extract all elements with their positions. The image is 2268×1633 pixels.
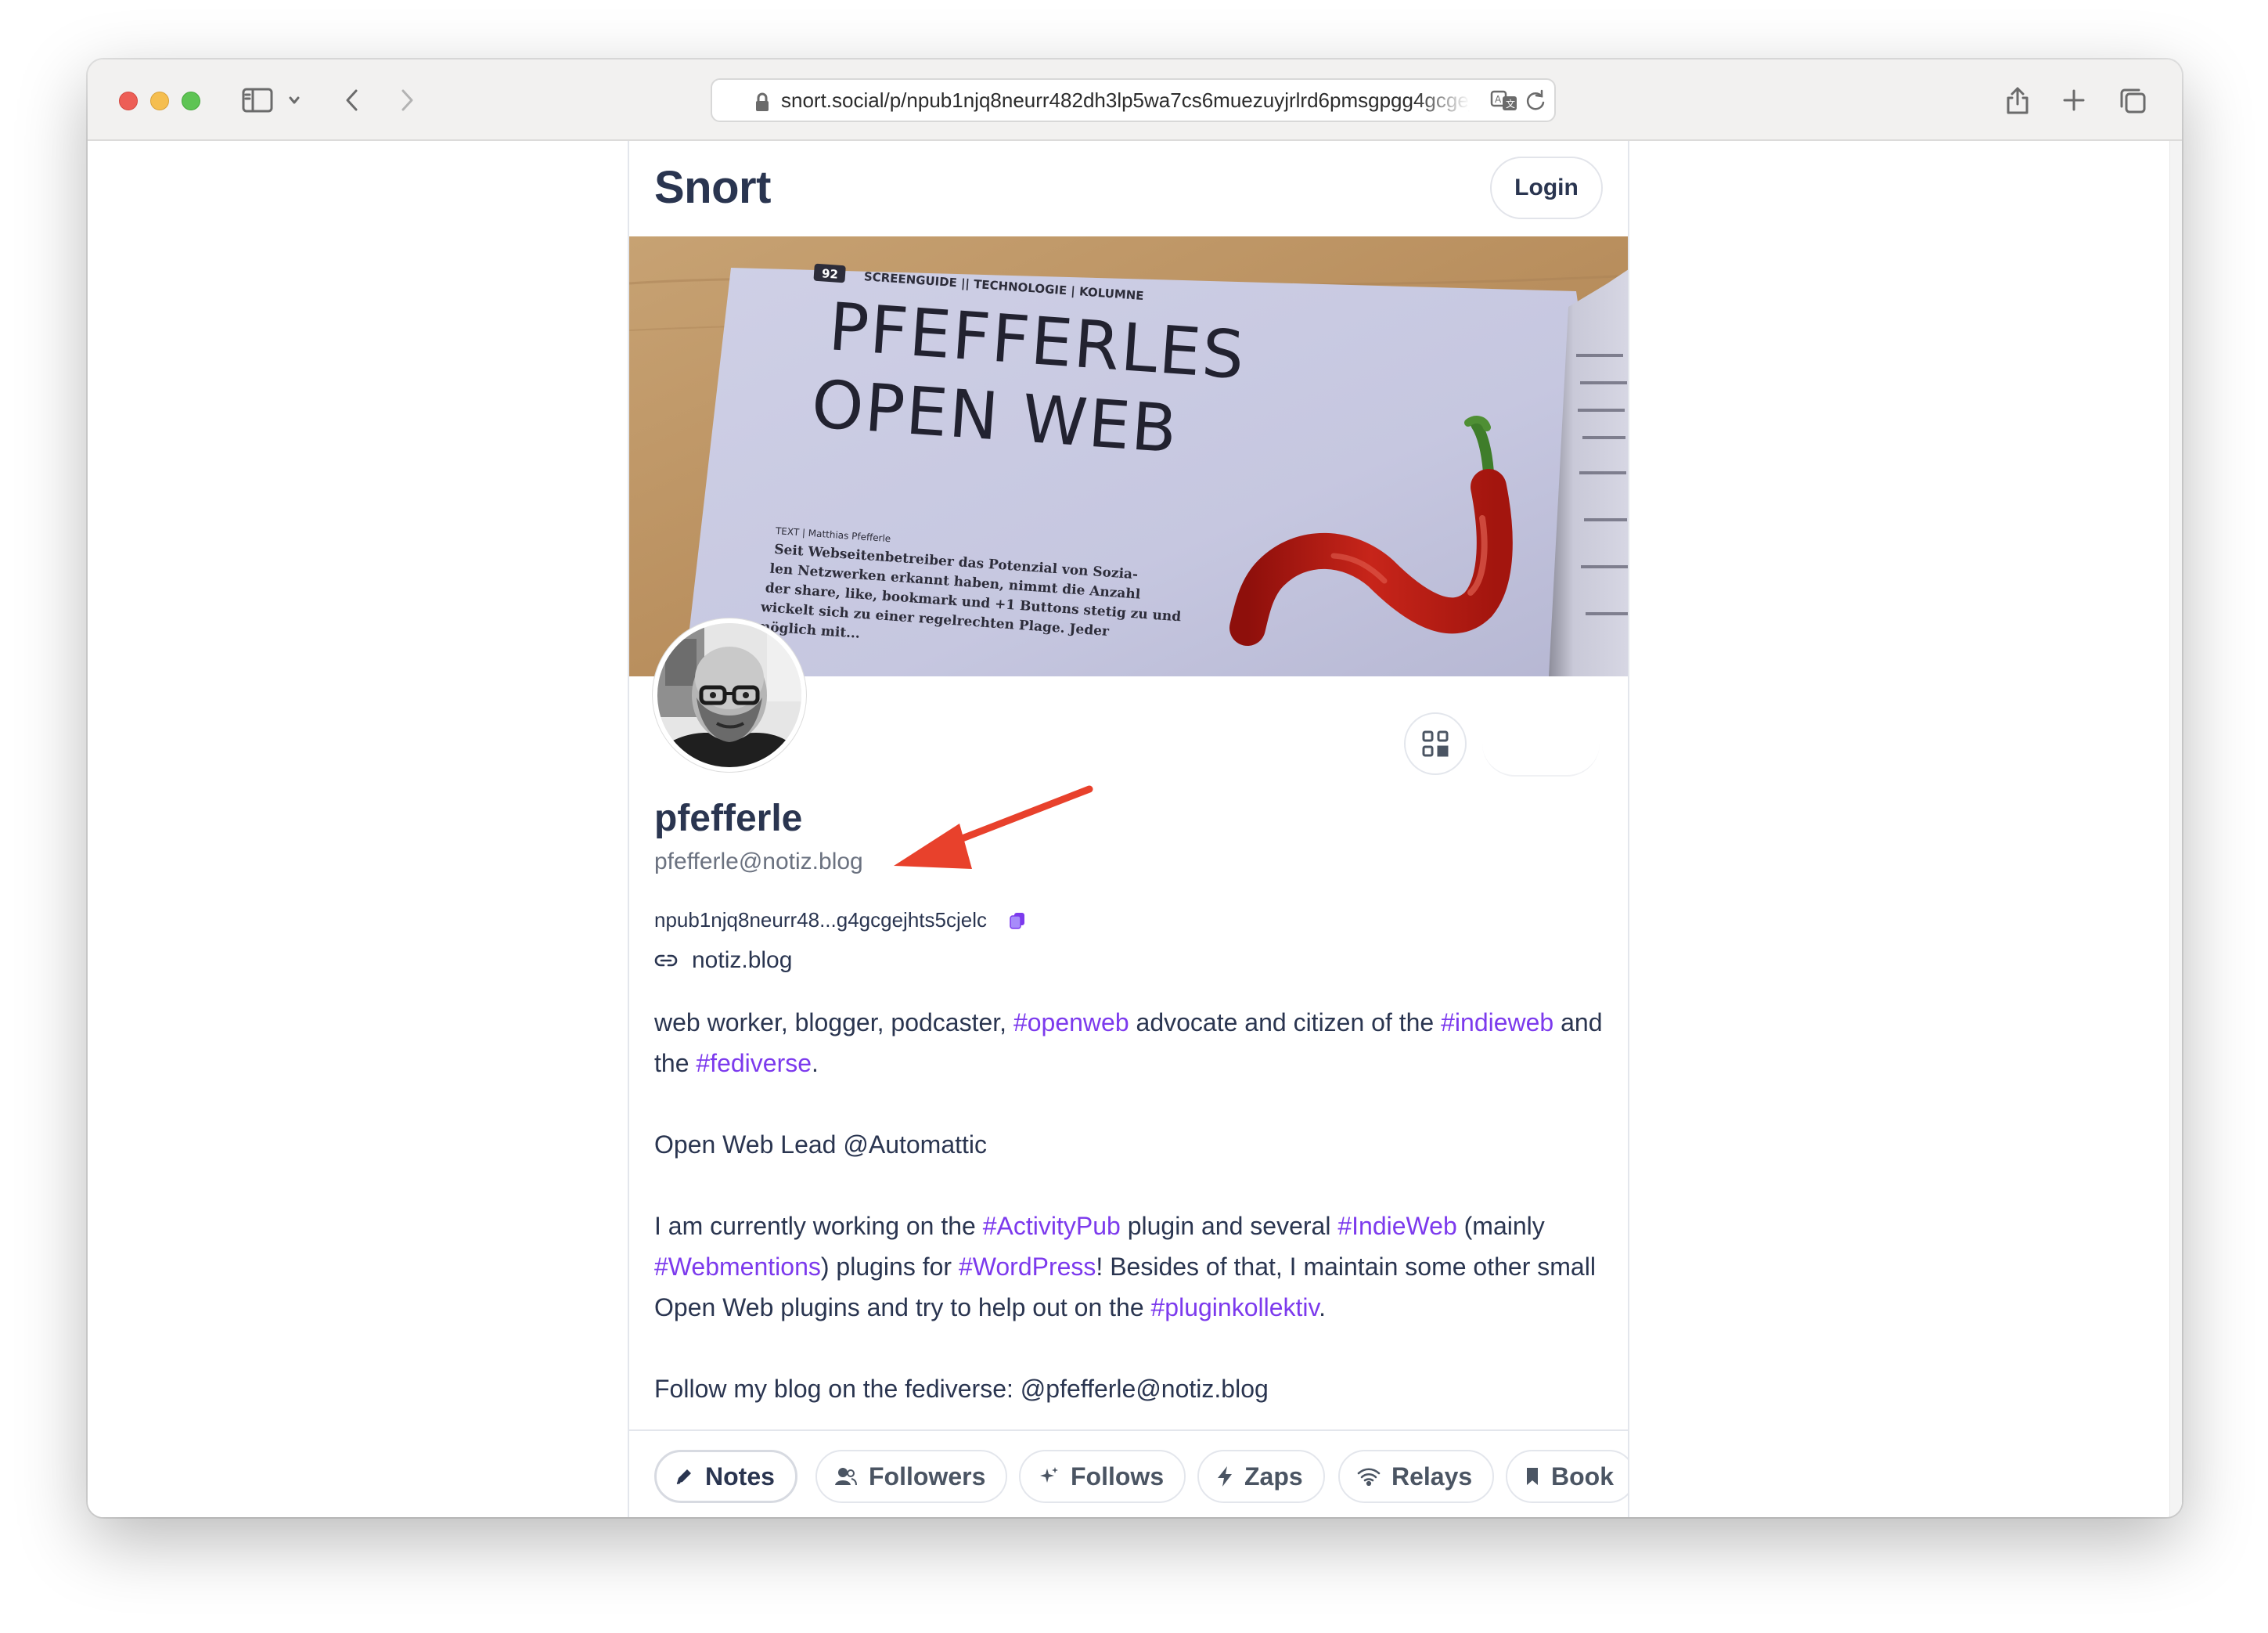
about-text: . — [1319, 1293, 1327, 1321]
avatar-image — [657, 623, 801, 767]
app-header: Snort Login — [629, 141, 1628, 236]
users-icon — [835, 1468, 857, 1486]
reload-icon[interactable] — [1525, 89, 1546, 117]
qr-code-button[interactable] — [1404, 712, 1467, 775]
tab-label: Follows — [1071, 1462, 1165, 1491]
qr-code-icon — [1422, 730, 1449, 757]
new-tab-icon[interactable] — [2058, 81, 2090, 119]
snort-logo[interactable]: Snort — [654, 161, 771, 214]
login-button[interactable]: Login — [1490, 157, 1603, 219]
tab-zaps[interactable]: Zaps — [1197, 1450, 1325, 1503]
banner-page-number: 92 — [821, 266, 838, 281]
tab-notes[interactable]: Notes — [654, 1450, 797, 1503]
hashtag-link[interactable]: #indieweb — [1441, 1008, 1553, 1036]
profile-about: web worker, blogger, podcaster, #openweb… — [654, 1002, 1609, 1409]
about-text: I am currently working on the — [654, 1212, 983, 1240]
banner-image: 92 SCREENGUIDE || TECHNOLOGIE | KOLUMNE … — [629, 236, 1628, 676]
profile-column: Snort Login 92 SCREENGUIDE || TECHNOLOGI… — [628, 141, 1629, 1517]
about-paragraph: Open Web Lead @Automattic — [654, 1130, 988, 1159]
sidebar-toggle-icon[interactable] — [239, 81, 275, 119]
link-icon — [654, 953, 678, 968]
tab-label: Zaps — [1244, 1462, 1303, 1491]
website-link[interactable]: notiz.blog — [692, 947, 792, 974]
hashtag-link[interactable]: #Webmentions — [654, 1253, 821, 1281]
display-name: pfefferle — [654, 798, 803, 839]
follow-button-placeholder[interactable] — [1482, 711, 1600, 777]
hashtag-link[interactable]: #fediverse — [696, 1049, 812, 1077]
about-text: ) plugins for — [820, 1253, 959, 1281]
hashtag-link[interactable]: #pluginkollektiv — [1151, 1293, 1319, 1321]
url-text: snort.social/p/npub1njq8neurr482dh3lp5wa… — [781, 88, 1470, 112]
about-paragraph: web worker, blogger, podcaster, #openweb… — [654, 1002, 1609, 1083]
back-icon[interactable] — [340, 81, 365, 119]
lock-icon — [754, 92, 770, 117]
address-bar[interactable]: snort.social/p/npub1njq8neurr482dh3lp5wa… — [711, 78, 1556, 122]
hashtag-link[interactable]: #WordPress — [959, 1253, 1096, 1281]
profile-banner: 92 SCREENGUIDE || TECHNOLOGIE | KOLUMNE … — [629, 236, 1628, 676]
nip05-identifier: pfefferle@notiz.blog — [654, 849, 863, 874]
forward-icon[interactable] — [394, 81, 419, 119]
npub-row: npub1njq8neurr48...g4gcgejhts5cjelc — [654, 908, 1026, 932]
bookmark-icon — [1527, 1468, 1538, 1485]
npub-text: npub1njq8neurr48...g4gcgejhts5cjelc — [654, 908, 987, 932]
pencil-icon — [676, 1469, 691, 1484]
tab-follows[interactable]: Follows — [1019, 1450, 1186, 1503]
hashtag-link[interactable]: #IndieWeb — [1337, 1212, 1456, 1240]
tab-label: Followers — [869, 1462, 986, 1491]
browser-toolbar: snort.social/p/npub1njq8neurr482dh3lp5wa… — [88, 59, 2182, 141]
about-text: advocate and citizen of the — [1129, 1008, 1442, 1036]
sparkle-icon — [1040, 1467, 1058, 1483]
tab-overview-icon[interactable] — [2116, 81, 2149, 119]
lightning-icon — [1218, 1466, 1232, 1487]
share-icon[interactable] — [2002, 81, 2033, 119]
hashtag-link[interactable]: #ActivityPub — [983, 1212, 1121, 1240]
about-text: plugin and several — [1120, 1212, 1338, 1240]
zoom-window-button[interactable] — [182, 92, 200, 110]
tab-followers[interactable]: Followers — [815, 1450, 1008, 1503]
about-paragraph: Follow my blog on the fediverse: @pfeffe… — [654, 1375, 1269, 1403]
scrollbar[interactable] — [2169, 141, 2182, 1517]
chevron-down-icon[interactable] — [285, 81, 304, 119]
svg-text:文: 文 — [1506, 98, 1515, 110]
about-text: (mainly — [1456, 1212, 1545, 1240]
page-viewport: Snort Login 92 SCREENGUIDE || TECHNOLOGI… — [88, 141, 2182, 1517]
avatar[interactable] — [653, 618, 806, 772]
close-window-button[interactable] — [119, 92, 138, 110]
tab-relays[interactable]: Relays — [1338, 1450, 1495, 1503]
tab-label: Notes — [705, 1462, 775, 1491]
about-text: . — [812, 1049, 819, 1077]
svg-text:A: A — [1495, 94, 1502, 105]
about-text: web worker, blogger, podcaster, — [654, 1008, 1013, 1036]
minimize-window-button[interactable] — [150, 92, 169, 110]
tab-label: Book — [1551, 1462, 1614, 1491]
hashtag-link[interactable]: #openweb — [1013, 1008, 1129, 1036]
tab-label: Relays — [1391, 1462, 1473, 1491]
wifi-icon — [1357, 1468, 1381, 1486]
translate-icon[interactable]: A文 — [1490, 89, 1518, 117]
about-paragraph: I am currently working on the #ActivityP… — [654, 1206, 1609, 1328]
website-row: notiz.blog — [654, 947, 792, 974]
copy-icon[interactable] — [1009, 911, 1026, 930]
tab-bookmarks[interactable]: Book — [1506, 1450, 1628, 1503]
profile-tabs: Notes Followers Follows Zaps Relays Book — [629, 1429, 1628, 1517]
browser-window: snort.social/p/npub1njq8neurr482dh3lp5wa… — [88, 59, 2182, 1517]
